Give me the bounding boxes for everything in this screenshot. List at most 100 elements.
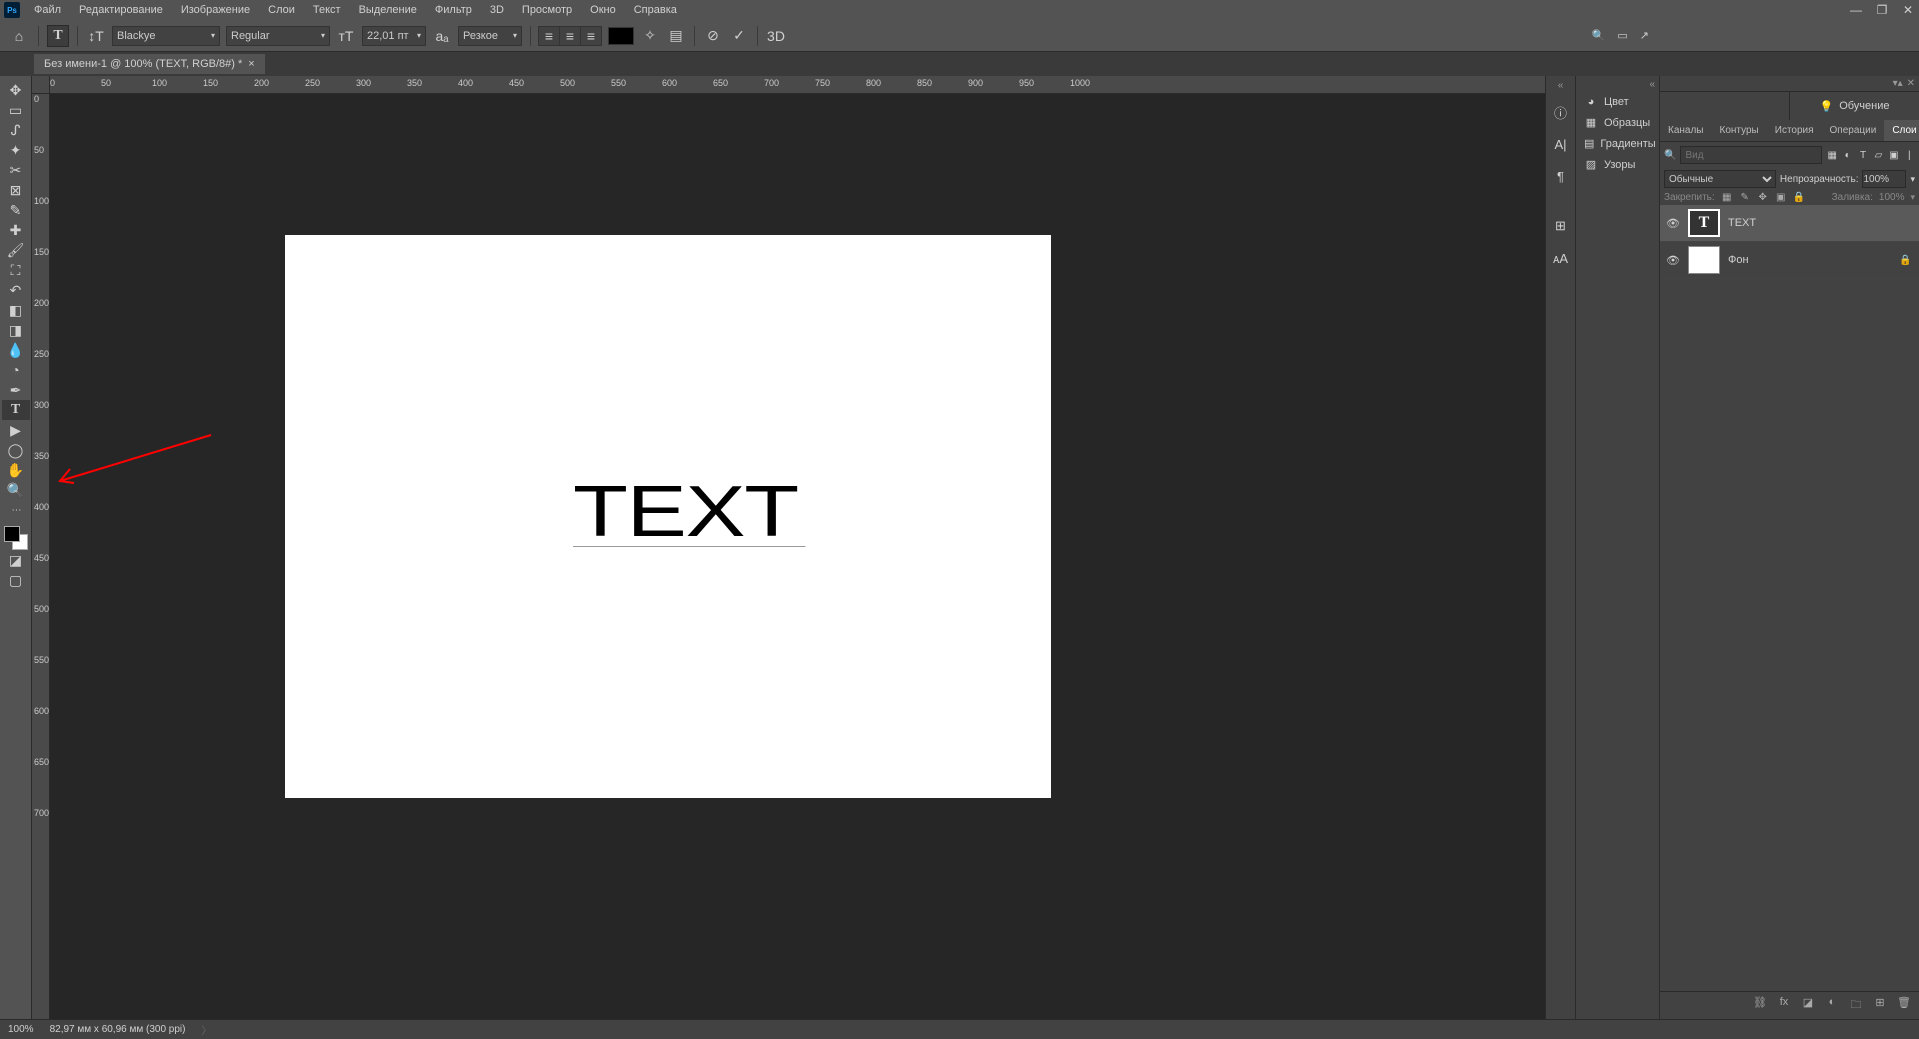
filter-adjust-icon[interactable]: ◐: [1842, 150, 1853, 161]
character-panel-icon[interactable]: A|: [1550, 133, 1572, 155]
hand-tool-icon[interactable]: ✋: [2, 460, 30, 480]
shape-tool-icon[interactable]: ◯: [2, 440, 30, 460]
blur-tool-icon[interactable]: 💧: [2, 340, 30, 360]
menu-select[interactable]: Выделение: [351, 1, 425, 19]
lock-artboard-icon[interactable]: ▣: [1775, 192, 1787, 203]
glyphs-panel-icon[interactable]: ᴀA: [1550, 247, 1572, 269]
3d-icon[interactable]: 3D: [766, 26, 786, 46]
text-color-swatch[interactable]: [608, 27, 634, 45]
stamp-tool-icon[interactable]: ⛶: [2, 260, 30, 280]
pen-tool-icon[interactable]: ✒: [2, 380, 30, 400]
blend-mode-select[interactable]: Обычные: [1664, 170, 1776, 188]
zoom-level[interactable]: 100%: [8, 1024, 34, 1035]
opacity-chev-icon[interactable]: ▾: [1910, 174, 1915, 185]
commit-icon[interactable]: ✓: [729, 26, 749, 46]
antialias-select[interactable]: Резкое▾: [458, 26, 522, 46]
char-panel-icon[interactable]: ▤: [666, 26, 686, 46]
document-tab[interactable]: Без имени-1 @ 100% (TEXT, RGB/8#) * ×: [34, 54, 265, 74]
info-panel-icon[interactable]: ⓘ: [1550, 101, 1572, 123]
layer-mask-icon[interactable]: ◪: [1801, 996, 1815, 1015]
paths-tab[interactable]: Контуры: [1712, 120, 1767, 141]
layers-filter-input[interactable]: [1680, 146, 1822, 164]
align-center-icon[interactable]: ≡: [559, 26, 581, 46]
window-minimize-icon[interactable]: —: [1849, 3, 1863, 17]
visibility-eye-icon[interactable]: 👁: [1666, 254, 1680, 267]
group-layers-icon[interactable]: 🗀: [1849, 996, 1863, 1015]
menu-filter[interactable]: Фильтр: [427, 1, 480, 19]
close-tab-icon[interactable]: ×: [248, 58, 254, 70]
filter-toggle-icon[interactable]: |: [1904, 150, 1915, 161]
swatches-panel-button[interactable]: ▦ Образцы: [1576, 112, 1659, 133]
text-tool-icon[interactable]: T: [47, 25, 69, 47]
history-brush-tool-icon[interactable]: ↶: [2, 280, 30, 300]
patterns-panel-button[interactable]: ▨ Узоры: [1576, 154, 1659, 175]
menu-image[interactable]: Изображение: [173, 1, 258, 19]
menu-text[interactable]: Текст: [305, 1, 349, 19]
zoom-tool-icon[interactable]: 🔍: [2, 480, 30, 500]
move-tool-icon[interactable]: ✥: [2, 80, 30, 100]
heal-tool-icon[interactable]: ✚: [2, 220, 30, 240]
marquee-tool-icon[interactable]: ▭: [2, 100, 30, 120]
warp-text-icon[interactable]: ✧: [640, 26, 660, 46]
panel-collapse-handle-icon[interactable]: ▾▴: [1893, 78, 1903, 89]
window-maximize-icon[interactable]: ❐: [1875, 3, 1889, 17]
lock-pixels-icon[interactable]: ▦: [1721, 192, 1733, 203]
font-size-select[interactable]: 22,01 пт▾: [362, 26, 426, 46]
link-layers-icon[interactable]: ⛓: [1753, 996, 1767, 1015]
channels-tab[interactable]: Каналы: [1660, 120, 1712, 141]
color-panel-button[interactable]: ◕ Цвет: [1576, 92, 1659, 112]
gradient-tool-icon[interactable]: ◨: [2, 320, 30, 340]
menu-layers[interactable]: Слои: [260, 1, 303, 19]
fg-color-swatch[interactable]: [4, 526, 20, 542]
lasso-tool-icon[interactable]: ᔑ: [2, 120, 30, 140]
history-tab[interactable]: История: [1767, 120, 1822, 141]
font-family-select[interactable]: Blackye▾: [112, 26, 220, 46]
color-swatches[interactable]: [4, 526, 28, 550]
lock-brush-icon[interactable]: ✎: [1739, 192, 1751, 203]
learn-tab[interactable]: 💡 Обучение: [1790, 92, 1919, 120]
gradients-panel-button[interactable]: ▤ Градиенты: [1576, 133, 1659, 154]
align-left-icon[interactable]: ≡: [538, 26, 560, 46]
popup-collapse-icon[interactable]: «: [1649, 79, 1655, 90]
libraries-panel-icon[interactable]: ⊞: [1550, 215, 1572, 237]
search-icon[interactable]: 🔍: [1592, 29, 1606, 42]
delete-layer-icon[interactable]: 🗑: [1897, 996, 1911, 1015]
filter-smart-icon[interactable]: ▣: [1888, 150, 1899, 161]
new-layer-icon[interactable]: ⊞: [1873, 996, 1887, 1015]
dodge-tool-icon[interactable]: ◔: [2, 360, 30, 380]
opacity-input[interactable]: [1862, 170, 1906, 188]
layer-name[interactable]: TEXT: [1728, 217, 1913, 229]
screenmode-icon[interactable]: ▢: [2, 570, 30, 590]
window-close-icon[interactable]: ✕: [1901, 3, 1915, 17]
layer-style-icon[interactable]: fx: [1777, 996, 1791, 1015]
canvas-text-object[interactable]: TEXT: [573, 471, 798, 553]
canvas-area[interactable]: 0501001502002503003504004505005506006507…: [32, 76, 1545, 1019]
cancel-icon[interactable]: ⊘: [703, 26, 723, 46]
menu-view[interactable]: Просмотр: [514, 1, 580, 19]
doc-dimensions[interactable]: 82,97 мм x 60,96 мм (300 ppi): [50, 1024, 186, 1035]
paragraph-panel-icon[interactable]: ¶: [1550, 165, 1572, 187]
menu-edit[interactable]: Редактирование: [71, 1, 171, 19]
lock-all-icon[interactable]: 🔒: [1793, 192, 1805, 203]
toolbox-edit-icon[interactable]: ⋯: [2, 500, 30, 520]
text-orientation-icon[interactable]: ↕T: [86, 26, 106, 46]
filter-shape-icon[interactable]: ▱: [1873, 150, 1884, 161]
status-chevron-icon[interactable]: 〉: [202, 1022, 212, 1037]
menu-help[interactable]: Справка: [626, 1, 685, 19]
layer-thumbnail[interactable]: T: [1688, 209, 1720, 237]
type-tool-icon[interactable]: T: [2, 400, 30, 420]
layer-row[interactable]: 👁 Фон 🔒: [1660, 242, 1919, 279]
menu-window[interactable]: Окно: [582, 1, 624, 19]
layer-row[interactable]: 👁 T TEXT: [1660, 205, 1919, 242]
panel-close-icon[interactable]: ✕: [1907, 78, 1915, 89]
path-select-tool-icon[interactable]: ▶: [2, 420, 30, 440]
layer-thumbnail[interactable]: [1688, 246, 1720, 274]
visibility-eye-icon[interactable]: 👁: [1666, 217, 1680, 230]
align-right-icon[interactable]: ≡: [580, 26, 602, 46]
fill-value[interactable]: 100%: [1879, 192, 1905, 203]
filter-text-icon[interactable]: T: [1857, 150, 1868, 161]
fill-chev-icon[interactable]: ▾: [1910, 192, 1915, 203]
workspace-icon[interactable]: ▭: [1617, 29, 1627, 42]
frame-tool-icon[interactable]: ⊠: [2, 180, 30, 200]
eraser-tool-icon[interactable]: ◧: [2, 300, 30, 320]
